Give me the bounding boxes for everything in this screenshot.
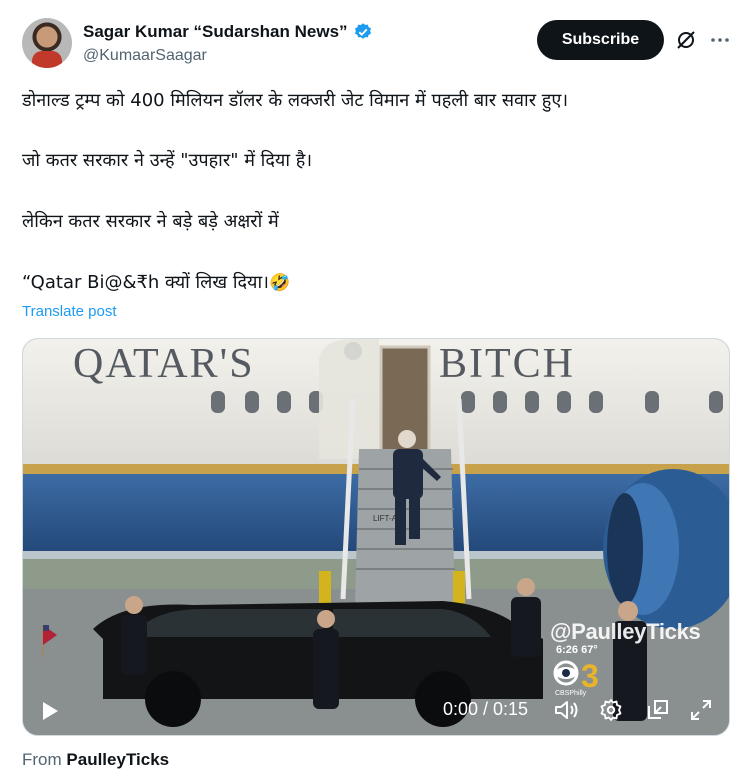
video-controls: 0:00 / 0:15 (23, 679, 729, 735)
grok-icon[interactable] (674, 28, 698, 52)
stair-label: LIFT-A (373, 514, 398, 523)
author-name-row[interactable]: Sagar Kumar “Sudarshan News” (83, 22, 373, 42)
video-player[interactable]: QATAR'S BITCH LIFT-A @PaulleyTicks 6:26 … (22, 338, 730, 736)
video-watermark: @PaulleyTicks (550, 619, 701, 644)
author-handle[interactable]: @KumaarSaagar (83, 47, 207, 65)
tweet-text-line-1: डोनाल्ड ट्रम्प को 400 मिलियन डॉलर के लक्… (22, 90, 569, 111)
source-name-link[interactable]: PaulleyTicks (66, 750, 169, 769)
play-icon[interactable] (37, 699, 61, 723)
station-info: 6:26 67° (556, 644, 598, 656)
source-prefix: From (22, 750, 62, 769)
tweet-text-line-3: लेकिन कतर सरकार ने बड़े बड़े अक्षरों में (22, 211, 279, 232)
settings-gear-icon[interactable] (599, 698, 623, 722)
fullscreen-icon[interactable] (689, 698, 713, 722)
video-frame: QATAR'S BITCH LIFT-A (23, 339, 729, 735)
more-icon[interactable] (708, 28, 732, 52)
volume-icon[interactable] (553, 698, 579, 722)
subscribe-button[interactable]: Subscribe (537, 20, 664, 60)
picture-in-picture-icon[interactable] (646, 698, 670, 722)
tweet-header: Sagar Kumar “Sudarshan News” @KumaarSaag… (22, 18, 732, 74)
translate-link[interactable]: Translate post (22, 303, 117, 320)
source-attribution: From PaulleyTicks (22, 750, 169, 770)
tweet-text-line-4-text: “Qatar Bi@&₹h क्यों लिख दिया। (22, 272, 269, 293)
tweet-text-line-4: “Qatar Bi@&₹h क्यों लिख दिया।🤣 (22, 270, 722, 296)
avatar[interactable] (22, 18, 72, 68)
plane-text-right: BITCH (439, 341, 575, 387)
plane-text-left: QATAR'S (73, 341, 255, 387)
rofl-emoji: 🤣 (268, 273, 291, 293)
author-name[interactable]: Sagar Kumar “Sudarshan News” (83, 22, 348, 42)
verified-badge-icon (354, 23, 371, 39)
video-time: 0:00 / 0:15 (443, 699, 529, 719)
tweet-text-line-2: जो कतर सरकार ने उन्हें "उपहार" में दिया … (22, 150, 313, 171)
